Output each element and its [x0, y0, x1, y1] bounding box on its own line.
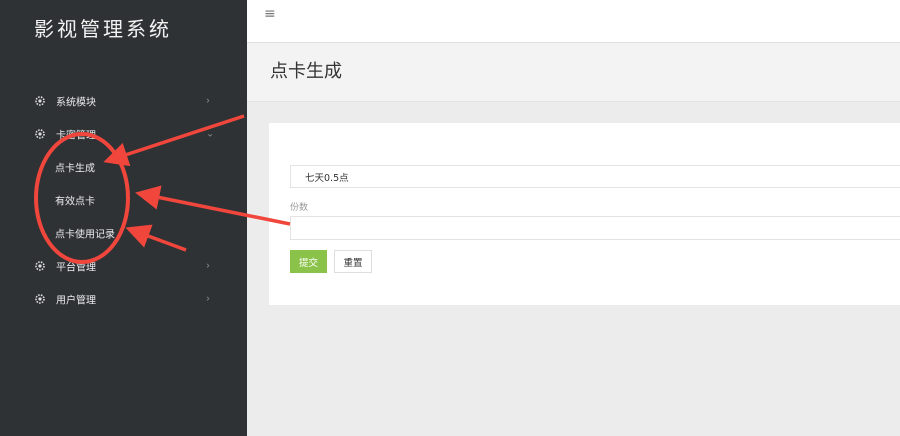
sidebar-item-system-modules[interactable]: 系统模块 › — [0, 84, 247, 117]
sidebar-item-label: 平台管理 — [56, 262, 96, 273]
chevron-right-icon: › — [206, 260, 210, 271]
sidebar-item-user-management[interactable]: 用户管理 › — [0, 282, 247, 315]
sidebar-item-platform-management[interactable]: 平台管理 › — [0, 249, 247, 282]
gear-icon — [35, 128, 45, 139]
sidebar-subitem-label: 点卡使用记录 — [55, 229, 115, 240]
gear-icon — [35, 260, 45, 271]
sidebar-subitem-label: 点卡生成 — [55, 163, 95, 174]
sidebar-item-label: 用户管理 — [56, 295, 96, 306]
page-title: 点卡生成 — [270, 61, 342, 82]
sidebar-subitem-card-usage-log[interactable]: 点卡使用记录 — [0, 216, 247, 249]
sidebar-item-card-management[interactable]: 卡密管理 ⌄ — [0, 117, 247, 150]
app-title: 影视管理系统 — [34, 17, 172, 41]
top-bar: ≡ — [247, 0, 900, 43]
card-type-select-value: 七天0.5点 — [305, 172, 349, 184]
chevron-right-icon: › — [206, 95, 210, 106]
sidebar-subitem-card-generate[interactable]: 点卡生成 — [0, 150, 247, 183]
form-panel: 七天0.5点 份数 提交 重置 — [269, 123, 900, 305]
chevron-down-icon: ⌄ — [206, 128, 215, 139]
sidebar-item-label: 卡密管理 — [56, 130, 96, 141]
count-label: 份数 — [290, 203, 309, 213]
sidebar-subitem-valid-cards[interactable]: 有效点卡 — [0, 183, 247, 216]
hamburger-icon[interactable]: ≡ — [264, 6, 276, 22]
sidebar-subitem-label: 有效点卡 — [55, 196, 95, 207]
gear-icon — [35, 95, 45, 106]
page-header: 点卡生成 — [247, 43, 900, 102]
sidebar-nav: 系统模块 › 卡密管理 ⌄ 点卡生成 有效点卡 点卡使用记录 平台管理 › 用户… — [0, 84, 247, 315]
chevron-right-icon: › — [206, 293, 210, 304]
sidebar-item-label: 系统模块 — [56, 97, 96, 108]
card-type-select[interactable]: 七天0.5点 — [290, 165, 900, 188]
count-input[interactable] — [290, 216, 900, 240]
sidebar: 影视管理系统 系统模块 › 卡密管理 ⌄ 点卡生成 有效点卡 点卡使用记录 平台… — [0, 0, 247, 436]
submit-button[interactable]: 提交 — [290, 250, 327, 273]
gear-icon — [35, 293, 45, 304]
reset-button[interactable]: 重置 — [334, 250, 372, 273]
